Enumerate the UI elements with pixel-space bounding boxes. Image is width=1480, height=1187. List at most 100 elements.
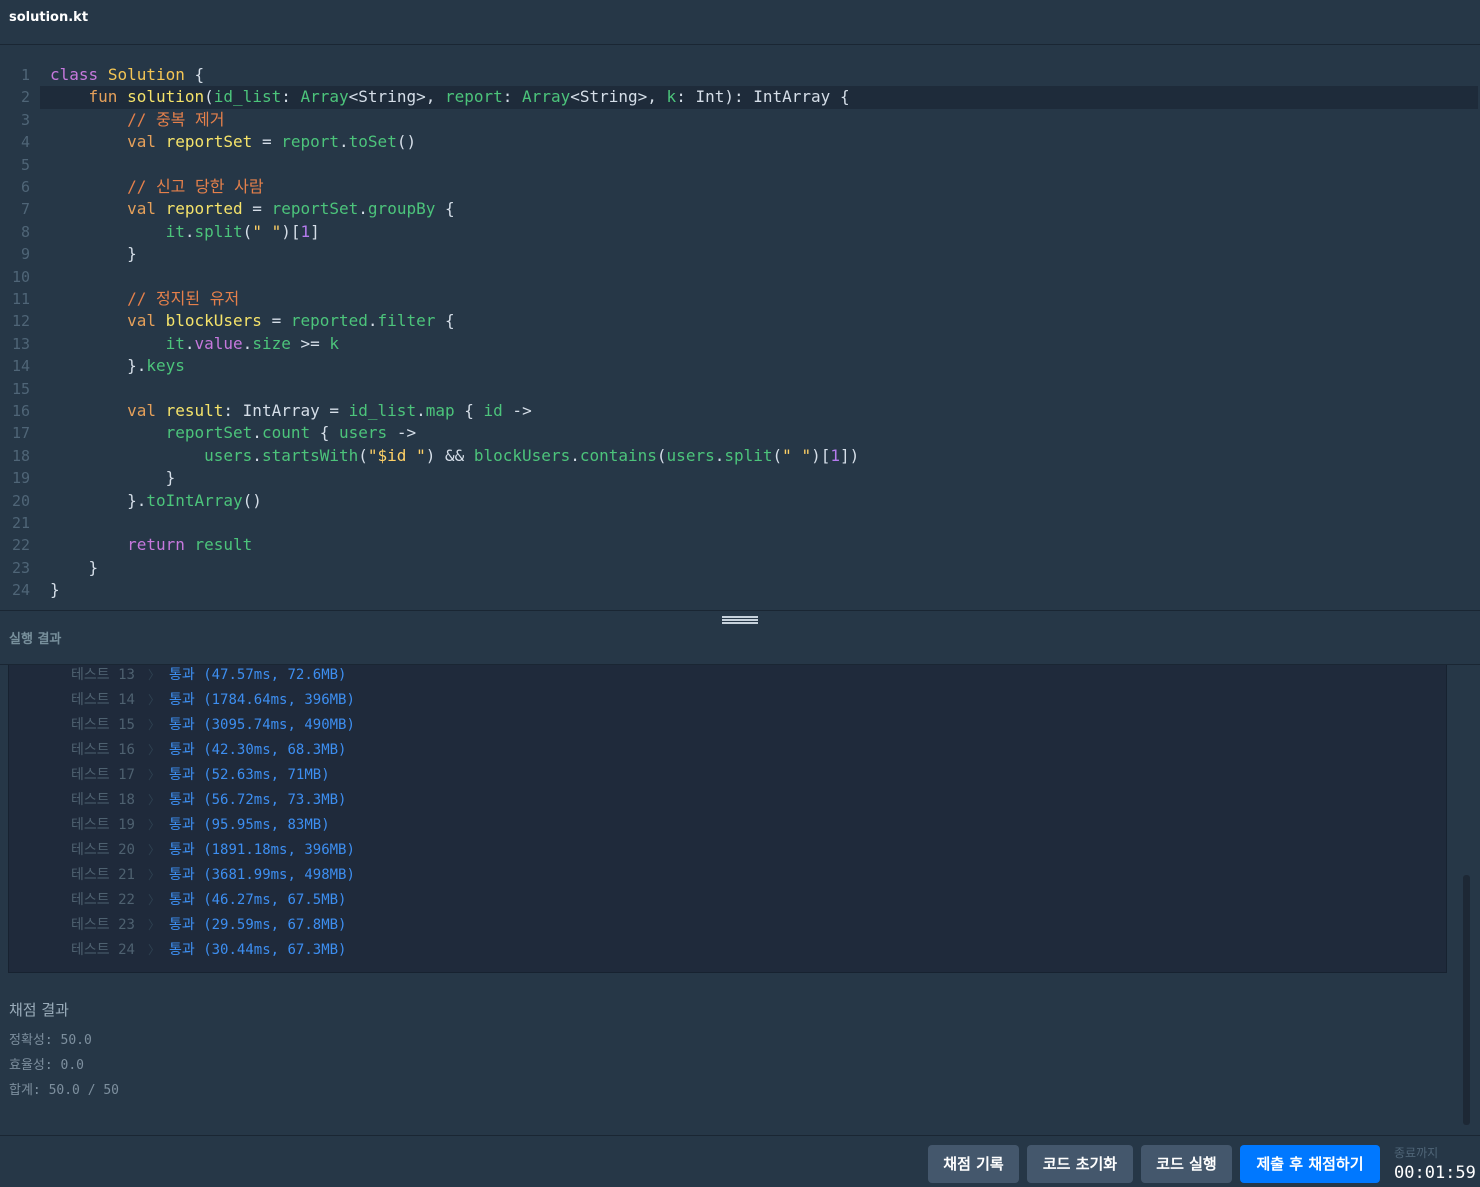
chevron-right-icon: 〉: [148, 818, 161, 832]
test-label: 테스트 23: [71, 917, 135, 933]
code-line[interactable]: 15: [0, 378, 1478, 400]
test-results-list[interactable]: 테스트 13 〉 통과 (47.57ms, 72.6MB) 테스트 14 〉 통과 (17…: [8, 665, 1447, 973]
chevron-right-icon: 〉: [148, 868, 161, 882]
test-result-row: 테스트 24 〉 통과 (30.44ms, 67.3MB): [9, 938, 1446, 963]
code-line-active[interactable]: 2 fun solution(id_list: Array<String>, r…: [21, 86, 1478, 109]
file-tab[interactable]: solution.kt: [0, 0, 1480, 45]
code-line[interactable]: 4 val reportSet = report.toSet(): [0, 131, 1478, 153]
timer-label: 종료까지: [1394, 1146, 1439, 1160]
line-number: 24: [11, 581, 30, 600]
test-result: 통과 (42.30ms, 68.3MB): [169, 742, 347, 758]
line-number: 7: [20, 200, 30, 219]
test-label: 테스트 15: [71, 717, 135, 733]
test-label: 테스트 16: [71, 742, 135, 758]
line-number: 22: [11, 536, 30, 555]
grading-history-button[interactable]: 채점 기록: [928, 1145, 1019, 1183]
test-result: 통과 (3095.74ms, 490MB): [169, 717, 355, 733]
score-accuracy: 정확성: 50.0: [9, 1033, 92, 1048]
file-name: solution.kt: [9, 10, 89, 25]
code-line[interactable]: 8 it.split(" ")[1]: [0, 221, 1478, 243]
chevron-right-icon: 〉: [148, 893, 161, 907]
chevron-right-icon: 〉: [148, 693, 161, 707]
line-number: 1: [20, 66, 30, 84]
code-editor[interactable]: 1 class Solution { 2 fun solution(id_list…: [0, 45, 1480, 610]
action-bar: 채점 기록 코드 초기화 코드 실행 제출 후 채점하기 종료까지 00:01:…: [0, 1135, 1480, 1187]
test-result: 통과 (1891.18ms, 396MB): [169, 842, 355, 858]
test-result: 통과 (3681.99ms, 498MB): [169, 867, 355, 883]
test-result-row: 테스트 14 〉 통과 (1784.64ms, 396MB): [9, 688, 1446, 713]
code-line[interactable]: 14 }.keys: [0, 355, 1478, 377]
line-number: 2: [20, 88, 30, 107]
line-number: 23: [11, 558, 30, 577]
test-label: 테스트 19: [71, 817, 135, 833]
test-result-row: 테스트 23 〉 통과 (29.59ms, 67.8MB): [9, 913, 1446, 938]
code-line[interactable]: 1 class Solution {: [0, 64, 1478, 86]
code-line[interactable]: 6 // 신고 당한 사람: [0, 176, 1478, 198]
code-line[interactable]: 5: [0, 154, 1478, 176]
line-number: 9: [20, 245, 30, 264]
code-line[interactable]: 18 users.startsWith("$id ") && blockUser…: [0, 445, 1478, 467]
chevron-right-icon: 〉: [148, 668, 161, 682]
test-label: 테스트 18: [71, 792, 135, 808]
line-number: 15: [11, 379, 30, 398]
code-line[interactable]: 20 }.toIntArray(): [0, 490, 1478, 512]
submit-button[interactable]: 제출 후 채점하기: [1240, 1145, 1380, 1183]
test-result: 통과 (29.59ms, 67.8MB): [169, 917, 347, 933]
chevron-right-icon: 〉: [148, 743, 161, 757]
results-scrollbar[interactable]: [1463, 875, 1470, 1125]
line-number: 5: [20, 155, 30, 174]
code-line[interactable]: 12 val blockUsers = reported.filter {: [0, 310, 1478, 332]
test-result-row: 테스트 15 〉 통과 (3095.74ms, 490MB): [9, 713, 1446, 738]
test-result-row: 테스트 20 〉 통과 (1891.18ms, 396MB): [9, 838, 1446, 863]
code-line[interactable]: 24}: [0, 579, 1478, 601]
drag-handle-icon[interactable]: [722, 616, 758, 624]
code-line[interactable]: 21: [0, 512, 1478, 534]
run-code-button[interactable]: 코드 실행: [1141, 1145, 1232, 1183]
test-label: 테스트 14: [71, 692, 135, 708]
line-number: 8: [20, 222, 30, 241]
test-result: 통과 (1784.64ms, 396MB): [169, 692, 355, 708]
line-number: 12: [11, 312, 30, 331]
score-title: 채점 결과: [9, 1001, 69, 1019]
test-result-row: 테스트 19 〉 통과 (95.95ms, 83MB): [9, 813, 1446, 838]
code-line[interactable]: 10: [0, 266, 1478, 288]
test-result-row: 테스트 13 〉 통과 (47.57ms, 72.6MB): [9, 665, 1446, 688]
code-line[interactable]: 22 return result: [0, 534, 1478, 556]
code-line[interactable]: 3 // 중복 제거: [0, 109, 1478, 131]
test-result: 통과 (47.57ms, 72.6MB): [169, 667, 347, 683]
chevron-right-icon: 〉: [148, 793, 161, 807]
test-result: 통과 (30.44ms, 67.3MB): [169, 942, 347, 958]
test-result-row: 테스트 18 〉 통과 (56.72ms, 73.3MB): [9, 788, 1446, 813]
test-result: 통과 (52.63ms, 71MB): [169, 767, 330, 783]
line-number: 17: [11, 424, 30, 443]
reset-code-button[interactable]: 코드 초기화: [1027, 1145, 1133, 1183]
code-line[interactable]: 17 reportSet.count { users ->: [0, 422, 1478, 444]
line-number: 21: [11, 514, 30, 532]
code-line[interactable]: 23 }: [0, 557, 1478, 579]
code-line[interactable]: 9 }: [0, 243, 1478, 265]
line-number: 16: [11, 402, 30, 420]
test-result: 통과 (46.27ms, 67.5MB): [169, 892, 347, 908]
line-number: 3: [20, 110, 30, 129]
line-number: 13: [11, 334, 30, 353]
code-line[interactable]: 19 }: [0, 467, 1478, 489]
code-line[interactable]: 11 // 정지된 유저: [0, 288, 1478, 310]
test-result-row: 테스트 22 〉 통과 (46.27ms, 67.5MB): [9, 888, 1446, 913]
line-number: 4: [20, 133, 30, 152]
chevron-right-icon: 〉: [148, 843, 161, 857]
line-number: 11: [11, 290, 30, 308]
code-line[interactable]: 13 it.value.size >= k: [0, 333, 1478, 355]
line-number: 14: [11, 357, 30, 376]
test-result-row: 테스트 17 〉 통과 (52.63ms, 71MB): [9, 763, 1446, 788]
panel-splitter[interactable]: 실행 결과: [0, 610, 1480, 665]
score-total: 합계: 50.0 / 50: [9, 1083, 120, 1098]
results-panel[interactable]: 테스트 13 〉 통과 (47.57ms, 72.6MB) 테스트 14 〉 통과 (17…: [0, 665, 1480, 1135]
line-number: 18: [11, 446, 30, 465]
line-number: 10: [11, 267, 30, 286]
panel-title: 실행 결과: [9, 632, 62, 647]
test-result-row: 테스트 16 〉 통과 (42.30ms, 68.3MB): [9, 738, 1446, 763]
code-line[interactable]: 16 val result: IntArray = id_list.map { …: [0, 400, 1478, 422]
code-line[interactable]: 7 val reported = reportSet.groupBy {: [0, 198, 1478, 220]
chevron-right-icon: 〉: [148, 718, 161, 732]
test-result-row: 테스트 21 〉 통과 (3681.99ms, 498MB): [9, 863, 1446, 888]
